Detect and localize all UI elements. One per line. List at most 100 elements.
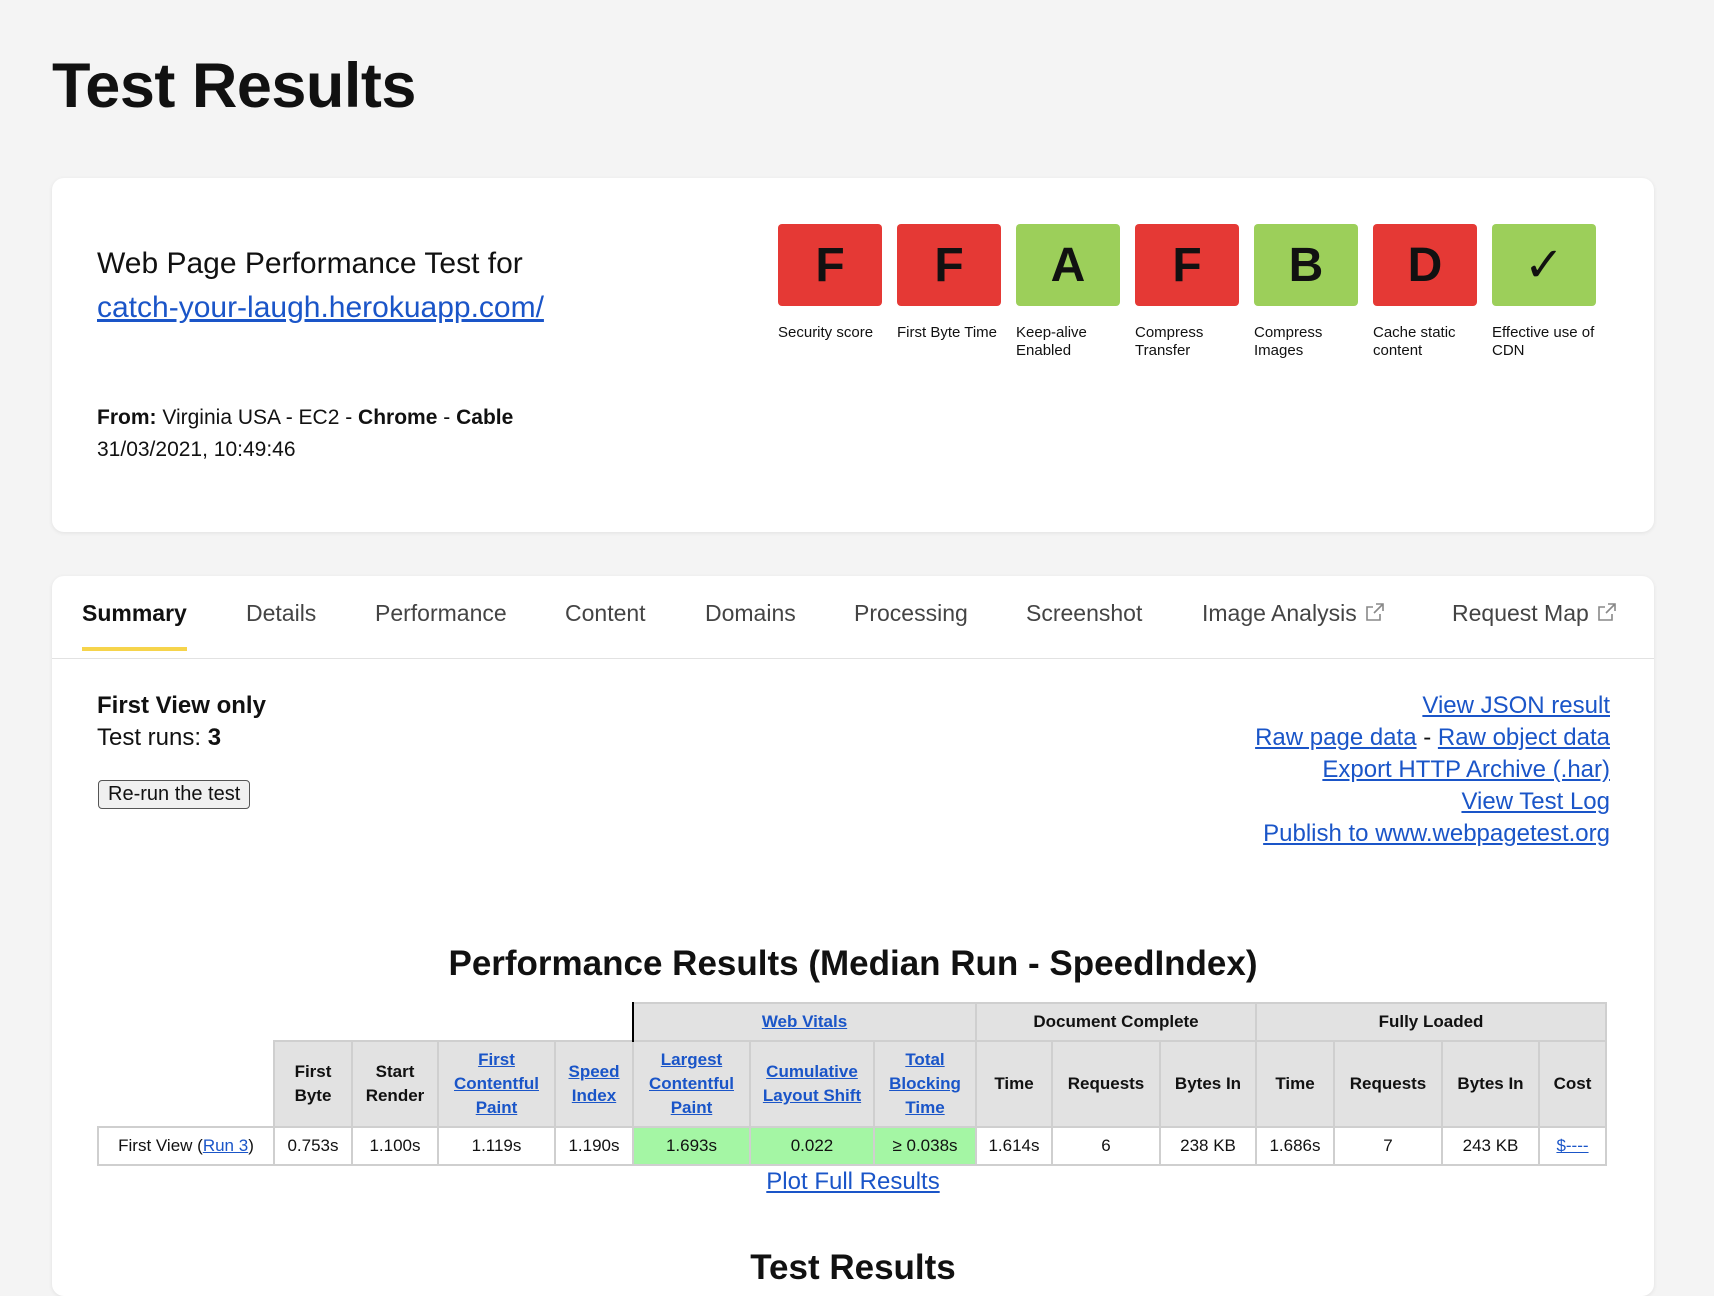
test-location-block: From: Virginia USA - EC2 - Chrome - Cabl…	[97, 402, 513, 466]
tab-request-map[interactable]: Request Map	[1452, 600, 1617, 647]
tab-summary[interactable]: Summary	[82, 600, 187, 651]
test-timestamp: 31/03/2021, 10:49:46	[97, 438, 296, 461]
tab-processing[interactable]: Processing	[854, 600, 968, 647]
fcp-link[interactable]: First Contentful Paint	[454, 1050, 539, 1117]
document-complete-group-header: Document Complete	[975, 1002, 1257, 1042]
grade-security[interactable]: F Security score	[778, 224, 882, 360]
from-label: From:	[97, 406, 157, 429]
raw-page-data-link[interactable]: Raw page data	[1255, 724, 1416, 751]
grade-box: B	[1254, 224, 1358, 306]
header-cost: Cost	[1538, 1040, 1607, 1128]
header-cls: Cumulative Layout Shift	[749, 1040, 875, 1128]
grade-box: D	[1373, 224, 1477, 306]
grade-label: Compress Transfer	[1135, 324, 1204, 359]
speed-index-link[interactable]: Speed Index	[568, 1062, 619, 1105]
cls-link[interactable]: Cumulative Layout Shift	[763, 1062, 861, 1105]
tab-performance[interactable]: Performance	[375, 600, 507, 647]
cell-tbt: ≥ 0.038s	[873, 1126, 977, 1166]
grade-label: Cache static content	[1373, 324, 1456, 359]
cell-cost: $----	[1538, 1126, 1607, 1166]
checkmark-icon: ✓	[1492, 224, 1596, 306]
performance-results-heading: Performance Results (Median Run - SpeedI…	[448, 944, 1258, 983]
cell-dc-bytes: 238 KB	[1159, 1126, 1257, 1166]
test-runs: Test runs: 3	[97, 724, 221, 752]
run-3-link[interactable]: Run 3	[203, 1136, 248, 1155]
grade-cache-static[interactable]: D Cache static content	[1373, 224, 1477, 360]
result-tabs: Summary Details Performance Content Doma…	[52, 576, 1654, 659]
web-vitals-link[interactable]: Web Vitals	[762, 1012, 847, 1031]
cell-dc-requests: 6	[1051, 1126, 1161, 1166]
results-card: Summary Details Performance Content Doma…	[52, 576, 1654, 1296]
tab-screenshot[interactable]: Screenshot	[1026, 600, 1142, 647]
header-lcp: Largest Contentful Paint	[632, 1040, 751, 1128]
tab-domains[interactable]: Domains	[705, 600, 796, 647]
grade-label: Security score	[778, 324, 874, 341]
grade-box: A	[1016, 224, 1120, 306]
result-links: View JSON result Raw page data - Raw obj…	[1255, 690, 1610, 850]
cell-speed-index: 1.190s	[554, 1126, 634, 1166]
grade-label: Keep-alive Enabled	[1016, 324, 1087, 359]
row-label: First View (Run 3)	[97, 1126, 275, 1166]
grade-box: F	[778, 224, 882, 306]
rerun-test-button[interactable]: Re-run the test	[98, 780, 251, 809]
header-fcp: First Contentful Paint	[437, 1040, 556, 1128]
header-dc-bytes: Bytes In	[1159, 1040, 1257, 1128]
web-vitals-group-header: Web Vitals	[632, 1002, 977, 1042]
cell-fcp: 1.119s	[437, 1126, 556, 1166]
performance-results-table: Web Vitals Document Complete Fully Loade…	[97, 1002, 1607, 1166]
cell-fl-requests: 7	[1333, 1126, 1443, 1166]
cell-fl-time: 1.686s	[1255, 1126, 1335, 1166]
header-speed-index: Speed Index	[554, 1040, 634, 1128]
from-browser: Chrome	[358, 406, 438, 429]
tab-content[interactable]: Content	[565, 600, 646, 647]
from-connection: Cable	[456, 406, 514, 429]
row-label-prefix: First View (	[118, 1136, 203, 1155]
header-dc-requests: Requests	[1051, 1040, 1161, 1128]
header-dc-time: Time	[975, 1040, 1053, 1128]
table-row: First View (Run 3) 0.753s 1.100s 1.119s …	[97, 1126, 1607, 1166]
test-summary-card: Web Page Performance Test for catch-your…	[52, 178, 1654, 532]
test-for-heading: Web Page Performance Test for	[97, 247, 523, 280]
external-link-icon	[1365, 603, 1384, 621]
header-fl-requests: Requests	[1333, 1040, 1443, 1128]
grade-box: F	[897, 224, 1001, 306]
tab-image-analysis-label: Image Analysis	[1202, 600, 1357, 626]
cost-link[interactable]: $----	[1556, 1136, 1588, 1155]
grade-label: Compress Images	[1254, 324, 1323, 359]
tab-details[interactable]: Details	[246, 600, 316, 647]
page-title: Test Results	[52, 51, 416, 121]
grade-compress-transfer[interactable]: F Compress Transfer	[1135, 224, 1239, 360]
test-for-block: Web Page Performance Test for catch-your…	[97, 242, 544, 330]
test-runs-value: 3	[207, 724, 222, 751]
header-fl-time: Time	[1255, 1040, 1335, 1128]
tested-url-link[interactable]: catch-your-laugh.herokuapp.com/	[97, 291, 544, 324]
tab-request-map-label: Request Map	[1452, 600, 1589, 626]
lcp-link[interactable]: Largest Contentful Paint	[649, 1050, 734, 1117]
view-mode-label: First View only	[97, 692, 266, 719]
tab-image-analysis[interactable]: Image Analysis	[1202, 600, 1385, 647]
grade-cdn[interactable]: ✓ Effective use of CDN	[1492, 224, 1596, 360]
grade-label: Effective use of CDN	[1492, 324, 1595, 359]
header-tbt: Total Blocking Time	[873, 1040, 977, 1128]
test-runs-label: Test runs:	[97, 724, 202, 751]
grade-first-byte[interactable]: F First Byte Time	[897, 224, 1001, 360]
grade-box: F	[1135, 224, 1239, 306]
raw-object-data-link[interactable]: Raw object data	[1438, 724, 1610, 751]
grade-keep-alive[interactable]: A Keep-alive Enabled	[1016, 224, 1120, 360]
external-link-icon	[1598, 603, 1616, 621]
export-har-link[interactable]: Export HTTP Archive (.har)	[1322, 756, 1610, 783]
from-location: Virginia USA - EC2 -	[162, 406, 353, 429]
publish-link[interactable]: Publish to www.webpagetest.org	[1263, 820, 1610, 847]
cell-first-byte: 0.753s	[273, 1126, 353, 1166]
plot-full-results-link[interactable]: Plot Full Results	[766, 1168, 939, 1195]
cell-dc-time: 1.614s	[975, 1126, 1053, 1166]
row-label-suffix: )	[248, 1136, 254, 1155]
view-test-log-link[interactable]: View Test Log	[1461, 788, 1610, 815]
tbt-link[interactable]: Total Blocking Time	[889, 1050, 961, 1117]
grade-badges: F Security score F First Byte Time A Kee…	[778, 224, 1596, 360]
link-separator: -	[1423, 724, 1432, 751]
cell-start-render: 1.100s	[351, 1126, 439, 1166]
view-json-link[interactable]: View JSON result	[1422, 692, 1610, 719]
header-first-byte: First Byte	[273, 1040, 353, 1128]
grade-compress-images[interactable]: B Compress Images	[1254, 224, 1358, 360]
